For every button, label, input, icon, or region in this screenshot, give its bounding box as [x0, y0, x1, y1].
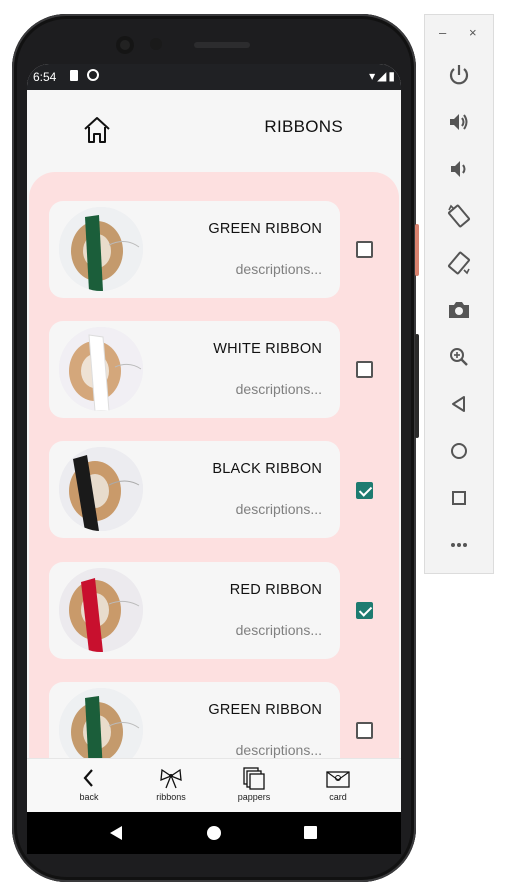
ribbon-description: descriptions...: [235, 622, 322, 638]
front-sensor: [150, 38, 162, 50]
ribbon-description: descriptions...: [235, 381, 322, 397]
ribbon-description: descriptions...: [235, 742, 322, 758]
overview-square-icon[interactable]: [445, 484, 473, 512]
select-checkbox[interactable]: [356, 361, 373, 378]
device-screen: 6:54 ▾◢▮ RIBBONS GREEN RIBBON descriptio…: [27, 64, 401, 812]
system-recents-icon[interactable]: [304, 826, 317, 839]
ribbon-description: descriptions...: [235, 501, 322, 517]
nav-card[interactable]: card: [308, 765, 368, 809]
volume-up-icon[interactable]: [445, 108, 473, 136]
earpiece-speaker: [194, 42, 250, 48]
more-icon[interactable]: [445, 531, 473, 559]
ribbon-name: BLACK RIBBON: [212, 461, 322, 477]
bow-icon: [160, 768, 182, 789]
volume-down-icon[interactable]: [445, 155, 473, 183]
home-circle-icon[interactable]: [445, 437, 473, 465]
camera-icon[interactable]: [445, 296, 473, 324]
ribbon-thumbnail: [59, 568, 143, 652]
nav-ribbons-label: ribbons: [156, 792, 186, 802]
system-home-icon[interactable]: [207, 826, 221, 840]
rotate-left-icon[interactable]: [445, 202, 473, 230]
system-back-icon[interactable]: [110, 826, 122, 840]
ribbon-card[interactable]: WHITE RIBBON descriptions...: [49, 321, 340, 418]
ribbon-card[interactable]: BLACK RIBBON descriptions...: [49, 441, 340, 538]
app-bar: RIBBONS: [27, 90, 401, 172]
zoom-icon[interactable]: [445, 343, 473, 371]
page-title: RIBBONS: [264, 117, 343, 136]
status-time: 6:54: [33, 70, 57, 84]
close-button[interactable]: ×: [469, 25, 477, 40]
rotate-right-icon[interactable]: [445, 249, 473, 277]
ribbon-card[interactable]: RED RIBBON descriptions...: [49, 562, 340, 659]
wifi-signal-battery-icons: ▾◢▮: [369, 69, 397, 83]
ribbon-name: WHITE RIBBON: [213, 341, 322, 357]
power-side-button[interactable]: [415, 224, 419, 276]
ribbon-thumbnail: [59, 207, 143, 291]
ribbon-name: GREEN RIBBON: [208, 702, 322, 718]
nav-back[interactable]: back: [59, 765, 119, 809]
sync-icon: [87, 69, 99, 81]
ribbon-card[interactable]: GREEN RIBBON descriptions...: [49, 201, 340, 298]
chevron-left-icon: [83, 769, 93, 787]
select-checkbox[interactable]: [356, 722, 373, 739]
system-navigation-bar: [27, 812, 401, 854]
home-icon[interactable]: [81, 114, 113, 146]
ribbon-thumbnail: [59, 327, 143, 411]
ribbon-name: GREEN RIBBON: [208, 221, 322, 237]
bottom-navigation: back ribbons pappers card: [27, 758, 401, 812]
select-checkbox[interactable]: [356, 241, 373, 258]
nav-pappers[interactable]: pappers: [224, 765, 284, 809]
sd-card-icon: [70, 70, 78, 81]
front-camera: [116, 36, 134, 54]
ribbon-thumbnail: [59, 447, 143, 531]
papers-stack-icon: [243, 767, 265, 790]
card-icon: [326, 771, 350, 788]
ribbon-name: RED RIBBON: [229, 582, 322, 598]
nav-back-label: back: [79, 792, 99, 802]
select-checkbox[interactable]: [356, 482, 373, 499]
emulator-toolbar: – ×: [424, 14, 494, 574]
nav-card-label: card: [329, 792, 347, 802]
back-triangle-icon[interactable]: [445, 390, 473, 418]
power-icon[interactable]: [445, 61, 473, 89]
select-checkbox[interactable]: [356, 602, 373, 619]
nav-ribbons[interactable]: ribbons: [141, 765, 201, 809]
minimize-button[interactable]: –: [439, 25, 446, 40]
nav-pappers-label: pappers: [237, 792, 271, 802]
volume-side-button[interactable]: [415, 334, 419, 438]
status-bar: 6:54 ▾◢▮: [27, 64, 401, 90]
ribbon-description: descriptions...: [235, 261, 322, 277]
